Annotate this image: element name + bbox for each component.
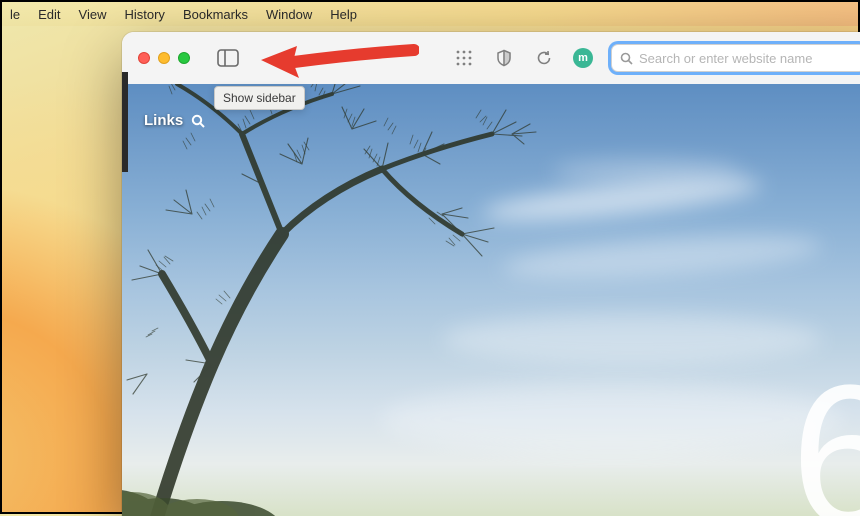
menu-edit[interactable]: Edit (38, 7, 60, 22)
show-sidebar-button[interactable] (214, 46, 242, 70)
search-icon (620, 52, 633, 65)
search-input[interactable] (639, 51, 857, 66)
start-page-content: Links 6 (122, 84, 860, 516)
menu-file[interactable]: le (10, 7, 20, 22)
minimize-window-button[interactable] (158, 52, 170, 64)
menu-help[interactable]: Help (330, 7, 357, 22)
links-label: Links (144, 112, 183, 129)
shield-half-icon (495, 49, 513, 67)
background-window-edge (122, 72, 128, 172)
browser-toolbar: m (122, 32, 860, 84)
sidebar-tooltip: Show sidebar (214, 86, 305, 110)
menu-view[interactable]: View (79, 7, 107, 22)
menu-window[interactable]: Window (266, 7, 312, 22)
grid-icon (456, 50, 472, 66)
refresh-button[interactable] (533, 47, 555, 69)
background-tree (122, 84, 632, 516)
favorites-links-section[interactable]: Links (144, 112, 205, 129)
sidebar-icon (217, 49, 239, 67)
profile-avatar[interactable]: m (573, 48, 593, 68)
widget-large-number: 6 (791, 356, 860, 516)
menu-history[interactable]: History (124, 7, 164, 22)
window-controls (138, 52, 190, 64)
search-icon (191, 114, 205, 128)
menu-bookmarks[interactable]: Bookmarks (183, 7, 248, 22)
privacy-report-button[interactable] (493, 47, 515, 69)
start-page-grid-button[interactable] (453, 47, 475, 69)
close-window-button[interactable] (138, 52, 150, 64)
maximize-window-button[interactable] (178, 52, 190, 64)
safari-window: m Show sidebar (122, 32, 860, 516)
refresh-icon (535, 49, 553, 67)
profile-initial: m (578, 52, 588, 64)
system-menubar: le Edit View History Bookmarks Window He… (2, 2, 858, 26)
address-bar[interactable] (611, 44, 860, 72)
